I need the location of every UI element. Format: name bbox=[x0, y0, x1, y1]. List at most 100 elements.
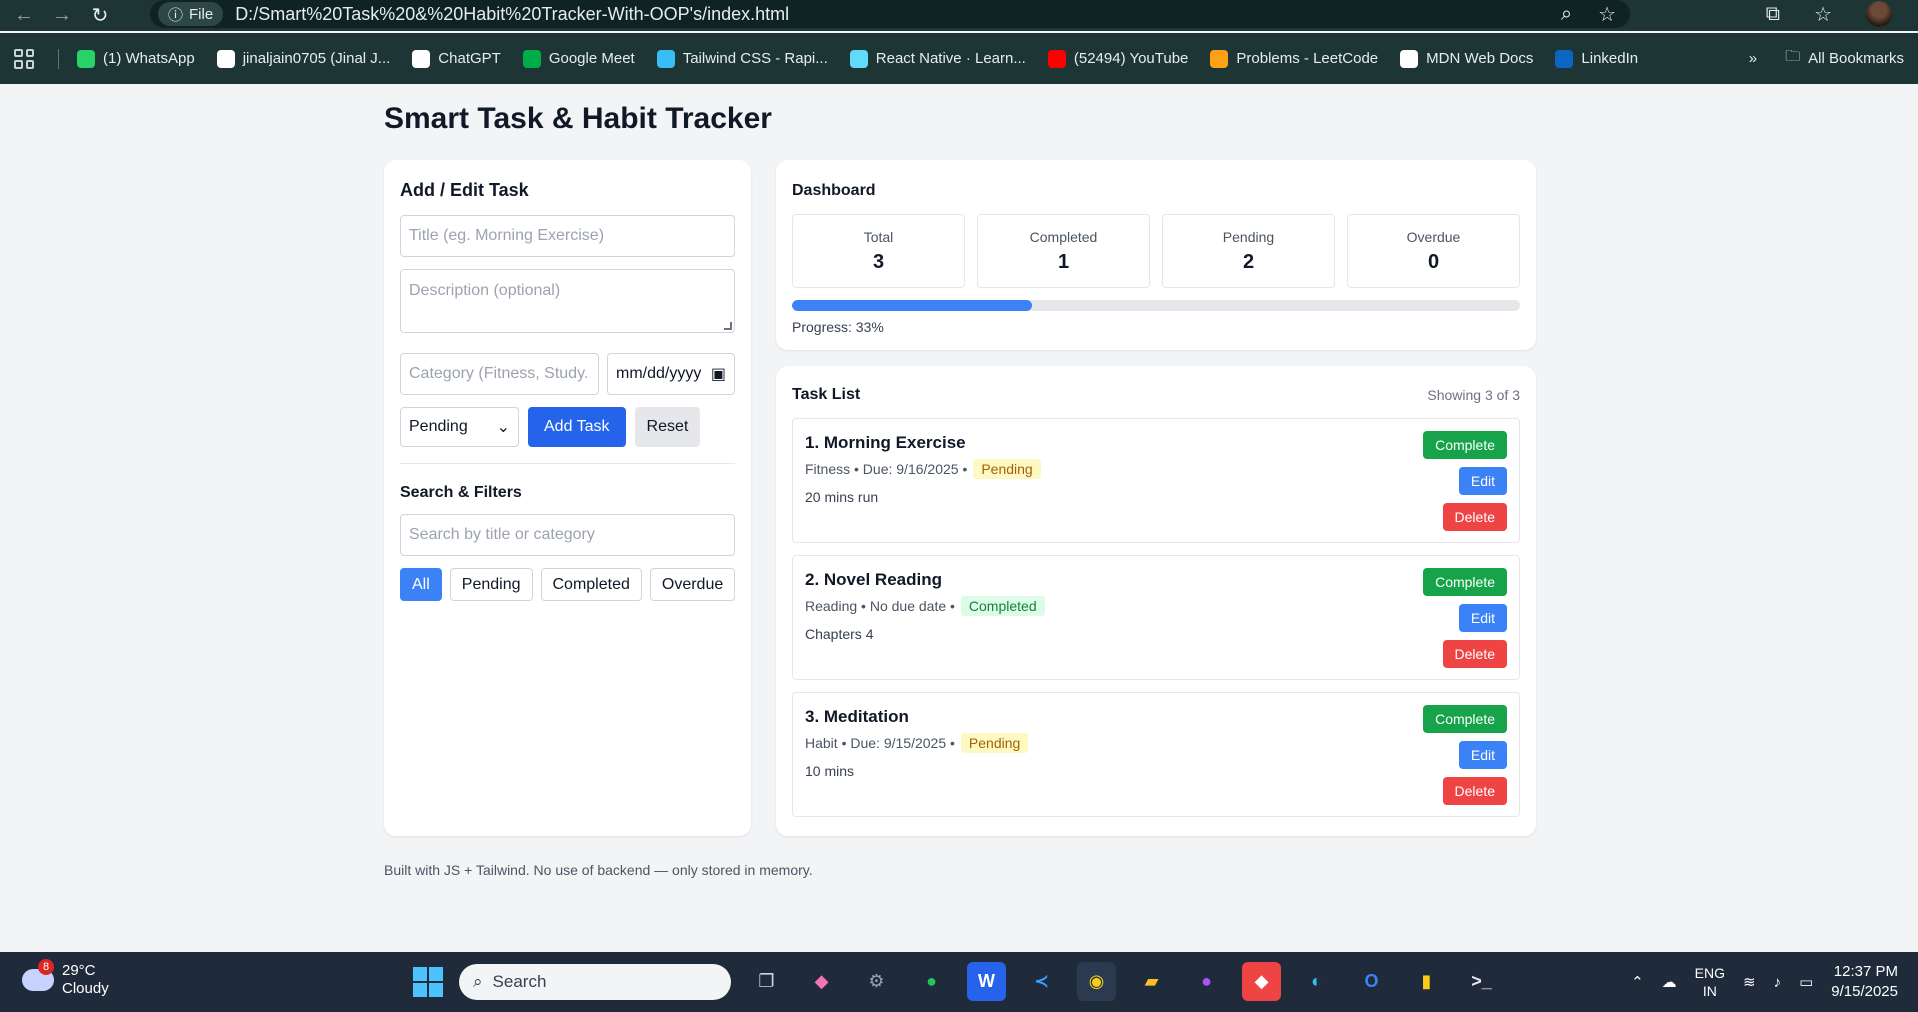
bookmark-item[interactable]: ChatGPT bbox=[412, 49, 501, 68]
edit-button[interactable]: Edit bbox=[1458, 604, 1507, 632]
status-badge: Pending bbox=[960, 733, 1029, 753]
delete-button[interactable]: Delete bbox=[1442, 640, 1507, 668]
outlook-icon[interactable]: O bbox=[1352, 962, 1391, 1001]
wifi-icon[interactable]: ≋ bbox=[1743, 973, 1756, 991]
windows-start-icon[interactable] bbox=[413, 966, 443, 997]
back-button[interactable]: ← bbox=[10, 2, 38, 30]
task-title: 2. Novel Reading bbox=[805, 570, 942, 589]
bookmarks-star-icon[interactable]: ☆ bbox=[1814, 2, 1832, 27]
chevron-up-icon[interactable]: ⌃ bbox=[1631, 973, 1644, 991]
zoom-icon[interactable]: ⌕ bbox=[1561, 3, 1572, 26]
search-icon: ⌕ bbox=[473, 971, 483, 991]
volume-icon[interactable]: ♪ bbox=[1774, 974, 1782, 991]
address-bar[interactable]: ⓘ File D:/Smart%20Task%20&%20Habit%20Tra… bbox=[150, 0, 1630, 28]
reset-button[interactable]: Reset bbox=[634, 407, 701, 447]
app-page: Smart Task & Habit Tracker Add / Edit Ta… bbox=[0, 84, 1918, 952]
github-icon bbox=[216, 49, 235, 68]
sticky-notes-icon[interactable]: ▮ bbox=[1407, 962, 1446, 1001]
search-input[interactable]: Search by title or category bbox=[400, 514, 735, 556]
task-view-icon[interactable]: ❐ bbox=[747, 962, 786, 1001]
bookmark-item[interactable]: Google Meet bbox=[522, 49, 635, 68]
filter-pending-button[interactable]: Pending bbox=[449, 568, 533, 601]
bookmark-star-icon[interactable]: ☆ bbox=[1598, 2, 1616, 27]
category-input[interactable]: Category (Fitness, Study...) bbox=[400, 353, 599, 395]
word-icon[interactable]: W bbox=[967, 962, 1006, 1001]
bookmark-item[interactable]: MDN Web Docs bbox=[1400, 49, 1533, 68]
bookmark-item[interactable]: (52494) YouTube bbox=[1047, 49, 1188, 68]
divider bbox=[400, 463, 735, 464]
date-value: mm/dd/yyyy bbox=[616, 365, 702, 382]
clock[interactable]: 12:37 PM 9/15/2025 bbox=[1831, 962, 1898, 1002]
bookmark-item[interactable]: LinkedIn bbox=[1555, 49, 1638, 68]
task-list-card: Task List Showing 3 of 3 1. Morning Exer… bbox=[776, 366, 1536, 836]
more-bookmarks-icon[interactable]: » bbox=[1749, 50, 1757, 67]
task-description: Chapters 4 bbox=[805, 626, 874, 642]
clock-date: 9/15/2025 bbox=[1831, 983, 1898, 1000]
due-date-input[interactable]: mm/dd/yyyy ▣ bbox=[607, 353, 735, 395]
language-indicator[interactable]: ENG IN bbox=[1695, 964, 1725, 1000]
bookmark-item[interactable]: React Native · Learn... bbox=[849, 49, 1026, 68]
apps-grid-icon[interactable] bbox=[14, 48, 34, 69]
copilot-icon[interactable]: ◆ bbox=[802, 962, 841, 1001]
extensions-icon[interactable]: ⧉ bbox=[1766, 3, 1780, 26]
status-select[interactable]: Pending ⌄ bbox=[400, 407, 519, 447]
bookmark-item[interactable]: Tailwind CSS - Rapi... bbox=[656, 49, 828, 68]
task-meta-row: Fitness • Due: 9/16/2025 • Pending bbox=[805, 459, 1507, 479]
complete-button[interactable]: Complete bbox=[1423, 431, 1507, 459]
git-icon[interactable]: ◆ bbox=[1242, 962, 1281, 1001]
stat-value: 0 bbox=[1427, 250, 1440, 273]
edit-button[interactable]: Edit bbox=[1458, 467, 1507, 495]
all-bookmarks[interactable]: 🗀 All Bookmarks bbox=[1785, 46, 1904, 71]
filter-completed-button[interactable]: Completed bbox=[540, 568, 642, 601]
page-title: Smart Task & Habit Tracker bbox=[384, 102, 772, 135]
vscode-icon[interactable]: ≺ bbox=[1022, 962, 1061, 1001]
bookmark-label: Google Meet bbox=[548, 50, 635, 67]
description-input[interactable]: Description (optional) bbox=[400, 269, 735, 333]
mongodb-icon[interactable]: ● bbox=[912, 962, 951, 1001]
taskbar-search-label: Search bbox=[492, 971, 547, 991]
settings-icon[interactable]: ⚙ bbox=[857, 962, 896, 1001]
weather-widget[interactable]: 8 29°C Cloudy bbox=[22, 959, 109, 998]
github-desktop-icon[interactable]: ● bbox=[1187, 962, 1226, 1001]
mdn-icon bbox=[1400, 49, 1419, 68]
title-input[interactable]: Title (eg. Morning Exercise) bbox=[400, 215, 735, 257]
filter-all-button[interactable]: All bbox=[400, 568, 442, 601]
edit-button[interactable]: Edit bbox=[1458, 741, 1507, 769]
complete-button[interactable]: Complete bbox=[1423, 568, 1507, 596]
file-explorer-icon[interactable]: ▰ bbox=[1132, 962, 1171, 1001]
bookmark-item[interactable]: (1) WhatsApp bbox=[77, 49, 195, 68]
dashboard-card: Dashboard Total 3 Completed 1 Pending 2 Overdu… bbox=[776, 160, 1536, 350]
category-placeholder: Category (Fitness, Study...) bbox=[409, 365, 590, 382]
edge-icon[interactable]: ◐ bbox=[1297, 962, 1336, 1001]
task-form-card: Add / Edit Task Title (eg. Morning Exerc… bbox=[384, 160, 751, 836]
add-task-button[interactable]: Add Task bbox=[528, 407, 626, 447]
complete-button[interactable]: Complete bbox=[1423, 705, 1507, 733]
task-item: 2. Novel Reading Reading • No due date • C… bbox=[792, 555, 1520, 680]
all-bookmarks-label: All Bookmarks bbox=[1808, 50, 1904, 67]
battery-icon[interactable]: ▭ bbox=[1799, 973, 1813, 991]
forward-button[interactable]: → bbox=[48, 2, 76, 30]
delete-button[interactable]: Delete bbox=[1442, 503, 1507, 531]
calendar-icon[interactable]: ▣ bbox=[711, 364, 726, 384]
showing-count: Showing 3 of 3 bbox=[1427, 387, 1520, 403]
info-icon: ⓘ bbox=[168, 6, 184, 24]
bookmark-item[interactable]: jinaljain0705 (Jinal J... bbox=[216, 49, 390, 68]
progress-bar bbox=[792, 300, 1520, 311]
stats-row: Total 3 Completed 1 Pending 2 Overdue 0 bbox=[792, 214, 1520, 288]
profile-avatar[interactable] bbox=[1866, 1, 1892, 27]
description-placeholder: Description (optional) bbox=[409, 282, 561, 299]
filter-overdue-button[interactable]: Overdue bbox=[649, 568, 736, 601]
terminal-icon[interactable]: >_ bbox=[1462, 962, 1501, 1001]
delete-button[interactable]: Delete bbox=[1442, 777, 1507, 805]
onedrive-icon[interactable]: ☁ bbox=[1662, 973, 1677, 991]
form-heading: Add / Edit Task bbox=[400, 180, 529, 200]
task-meta-row: Reading • No due date • Completed bbox=[805, 596, 1507, 616]
task-description: 20 mins run bbox=[805, 489, 879, 505]
task-item: 1. Morning Exercise Fitness • Due: 9/16/2… bbox=[792, 418, 1520, 543]
bookmark-item[interactable]: Problems - LeetCode bbox=[1210, 49, 1378, 68]
site-info-chip[interactable]: ⓘ File bbox=[158, 2, 224, 26]
chrome-icon[interactable]: ◉ bbox=[1077, 962, 1116, 1001]
reload-button[interactable]: ↻ bbox=[86, 2, 114, 30]
taskbar-search[interactable]: ⌕ Search bbox=[459, 963, 731, 1000]
resize-handle-icon[interactable] bbox=[724, 322, 732, 330]
